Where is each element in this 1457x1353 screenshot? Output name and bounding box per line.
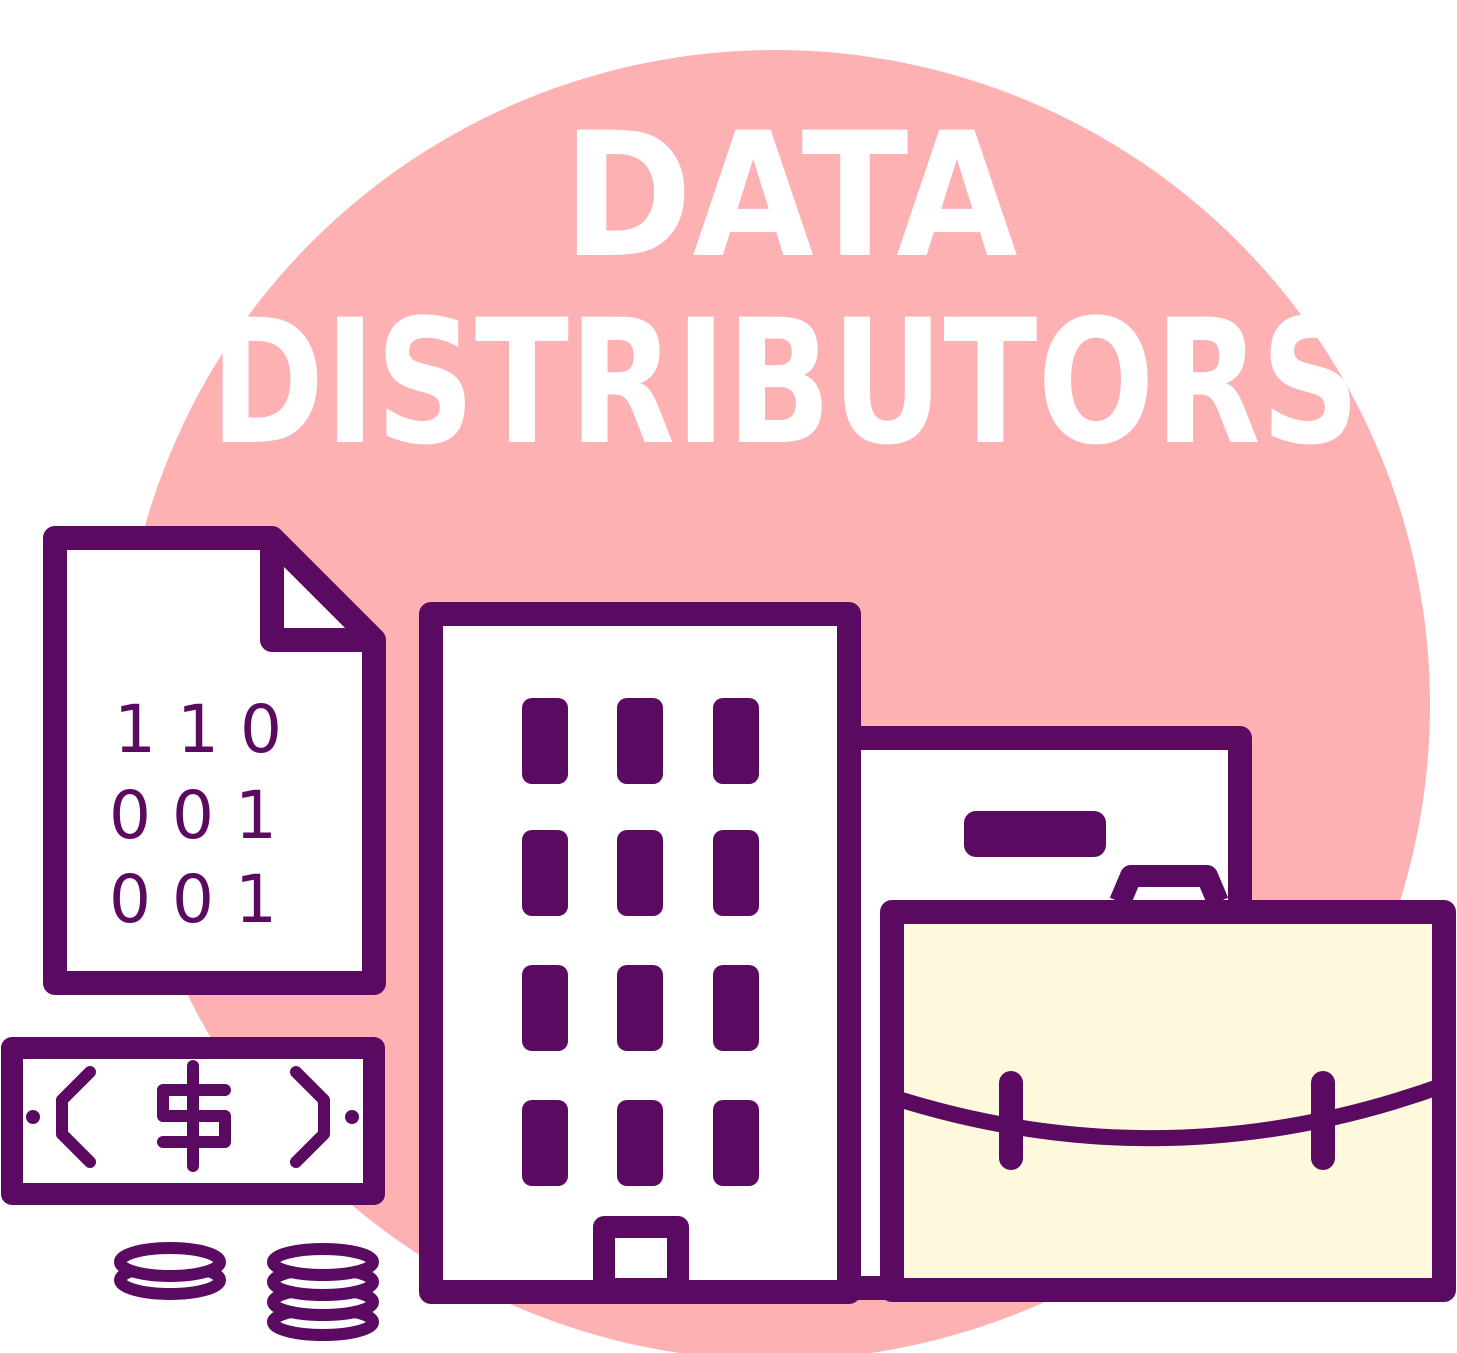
data-distributors-illustration: DATA DISTRIBUTORS 1 1 0 0 0 1 0 0 1: [1, 50, 1456, 1353]
binary-row-3: 0 0 1: [109, 861, 277, 938]
coin-stack-icon: [114, 1242, 379, 1341]
binary-row-1: 1 1 0: [114, 691, 282, 768]
illustration: DATA DISTRIBUTORS 1 1 0 0 0 1 0 0 1: [0, 0, 1457, 1353]
binary-document-icon: 1 1 0 0 0 1 0 0 1: [43, 526, 386, 995]
coin-stack-small: [114, 1242, 226, 1300]
title-line-2: DISTRIBUTORS: [210, 282, 1360, 483]
title-line-1: DATA: [563, 95, 1018, 296]
office-building-icon: [419, 602, 861, 1304]
binary-row-2: 0 0 1: [109, 777, 277, 854]
building-door: [593, 1216, 689, 1300]
coin-stack-tall: [267, 1243, 379, 1341]
banknote-icon: [1, 1037, 385, 1205]
briefcase-icon: [880, 865, 1456, 1302]
